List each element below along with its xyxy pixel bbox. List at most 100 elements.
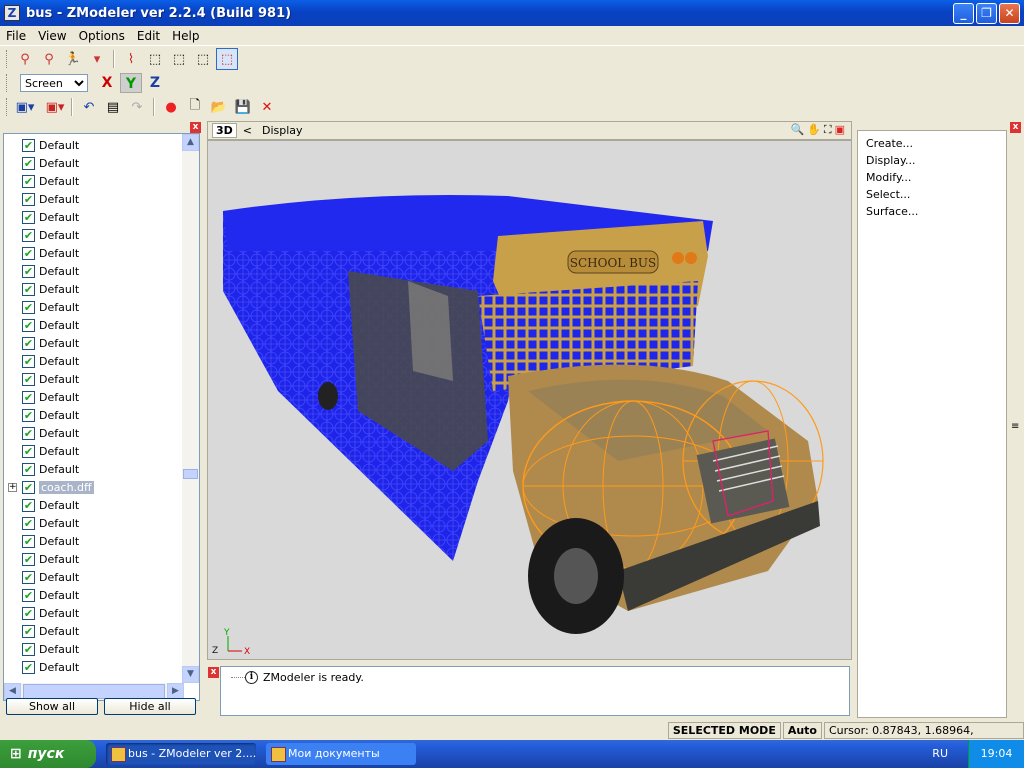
visibility-checkbox[interactable]: ✔ [22,534,35,548]
tree-item[interactable]: ✔ Default [4,316,184,334]
expand-icon[interactable]: + [8,482,17,492]
visibility-checkbox[interactable]: ✔ [22,138,35,152]
tree-item[interactable]: ✔ Default [4,604,184,622]
title-bar[interactable]: Z bus - ZModeler ver 2.2.4 (Build 981) _… [0,0,1024,26]
close-panel-icon[interactable]: x [190,122,201,133]
tree-item[interactable]: ✔ Default [4,568,184,586]
tree-item[interactable]: ✔ Default [4,208,184,226]
visibility-checkbox[interactable]: ✔ [22,660,35,674]
visibility-checkbox[interactable]: ✔ [22,498,35,512]
cube-mode-3-icon[interactable]: ⬚ [192,48,214,70]
tree-item[interactable]: ✔ Default [4,334,184,352]
pan-hand-icon[interactable]: ✋ [807,123,821,137]
maximize-viewport-icon[interactable]: ▣ [835,123,845,137]
tree-item[interactable]: ✔ Default [4,424,184,442]
menu-options[interactable]: Options [73,29,131,43]
visibility-checkbox[interactable]: ✔ [22,570,35,584]
task-zmodeler[interactable]: bus - ZModeler ver 2.... [106,743,256,765]
command-select[interactable]: Select... [866,188,1006,205]
task-my-documents[interactable]: Мои документы [266,743,416,765]
visibility-checkbox[interactable]: ✔ [22,282,35,296]
scroll-down-icon[interactable]: ▼ [182,666,199,683]
tree-item[interactable]: ✔ Default [4,442,184,460]
visibility-checkbox[interactable]: ✔ [22,588,35,602]
import-icon[interactable]: ▣▾ [14,96,36,118]
close-log-icon[interactable]: x [208,667,219,678]
language-indicator[interactable]: RU [932,740,948,768]
visibility-checkbox[interactable]: ✔ [22,210,35,224]
cube-mode-icon[interactable]: ⬚ [144,48,166,70]
tree-item[interactable]: ✔ Default [4,226,184,244]
restore-button[interactable]: ❐ [976,3,997,24]
visibility-checkbox[interactable]: ✔ [22,228,35,242]
start-button[interactable]: ⊞ пуск [0,740,96,768]
visibility-checkbox[interactable]: ✔ [22,624,35,638]
tree-item[interactable]: ✔ Default [4,280,184,298]
command-display[interactable]: Display... [866,154,1006,171]
menu-help[interactable]: Help [166,29,205,43]
cube-mode-4-icon[interactable]: ⬚ [216,48,238,70]
minimize-button[interactable]: _ [953,3,974,24]
open-folder-icon[interactable]: 📂 [208,96,230,118]
delete-icon[interactable]: ✕ [256,96,278,118]
visibility-checkbox[interactable]: ✔ [22,264,35,278]
visibility-checkbox[interactable]: ✔ [22,372,35,386]
visibility-checkbox[interactable]: ✔ [22,606,35,620]
tree-vscrollbar[interactable]: ▲ ▼ [182,134,199,683]
visibility-checkbox[interactable]: ✔ [22,246,35,260]
tree-item[interactable]: ✔ Default [4,622,184,640]
tree-item[interactable]: ✔ Default [4,514,184,532]
tree-item[interactable]: ✔ Default [4,388,184,406]
axis-y-toggle[interactable]: Y [120,73,142,93]
tree-item[interactable]: ✔ Default [4,550,184,568]
tree-item[interactable]: ✔ Default [4,586,184,604]
visibility-checkbox[interactable]: ✔ [22,174,35,188]
visibility-checkbox[interactable]: ✔ [22,336,35,350]
tree-item[interactable]: ✔ Default [4,136,184,154]
tree-item[interactable]: ✔ Default [4,370,184,388]
tree-item[interactable]: ✔ Default [4,298,184,316]
tree-item[interactable]: + ✔ coach.dff [4,478,184,496]
select-face-icon[interactable]: ⚲ [38,48,60,70]
visibility-checkbox[interactable]: ✔ [22,156,35,170]
visibility-checkbox[interactable]: ✔ [22,354,35,368]
menu-view[interactable]: View [32,29,72,43]
command-modify[interactable]: Modify... [866,171,1006,188]
vertex-mode-icon[interactable]: ⌇ [120,48,142,70]
save-icon[interactable]: 💾 [232,96,254,118]
tree-item[interactable]: ✔ Default [4,154,184,172]
new-file-icon[interactable]: 🗋 [184,96,206,118]
cube-mode-2-icon[interactable]: ⬚ [168,48,190,70]
history-icon[interactable]: ▤ [102,96,124,118]
select-vertex-icon[interactable]: ⚲ [14,48,36,70]
tree-item[interactable]: ✔ Default [4,244,184,262]
undo-icon[interactable]: ↶ [78,96,100,118]
fit-view-icon[interactable]: ⛶ [824,123,832,137]
hide-all-button[interactable]: Hide all [104,698,196,715]
viewport-3d[interactable]: SCHOOL BUS Z X Y [207,140,852,660]
viewport-back-button[interactable]: < [243,124,252,137]
tree-item[interactable]: ✔ Default [4,406,184,424]
command-surface[interactable]: Surface... [866,205,1006,222]
splitter-grip-icon[interactable]: ≡ [1011,421,1019,432]
tree-item[interactable]: ✔ Default [4,532,184,550]
tree-item[interactable]: ✔ Default [4,172,184,190]
visibility-checkbox[interactable]: ✔ [22,444,35,458]
export-icon[interactable]: ▣▾ [44,96,66,118]
menu-file[interactable]: File [0,29,32,43]
visibility-checkbox[interactable]: ✔ [22,192,35,206]
scroll-thumb[interactable] [183,469,198,479]
visibility-checkbox[interactable]: ✔ [22,516,35,530]
visibility-checkbox[interactable]: ✔ [22,426,35,440]
command-create[interactable]: Create... [866,137,1006,154]
tree-item[interactable]: ✔ Default [4,658,184,676]
tree-item[interactable]: ✔ Default [4,460,184,478]
visibility-checkbox[interactable]: ✔ [22,390,35,404]
tree-item[interactable]: ✔ Default [4,640,184,658]
select-group-icon[interactable]: ▾ [86,48,108,70]
hscroll-thumb[interactable] [23,684,165,699]
visibility-checkbox[interactable]: ✔ [22,318,35,332]
show-all-button[interactable]: Show all [6,698,98,715]
axis-z-toggle[interactable]: Z [144,73,166,93]
record-icon[interactable]: ● [160,96,182,118]
